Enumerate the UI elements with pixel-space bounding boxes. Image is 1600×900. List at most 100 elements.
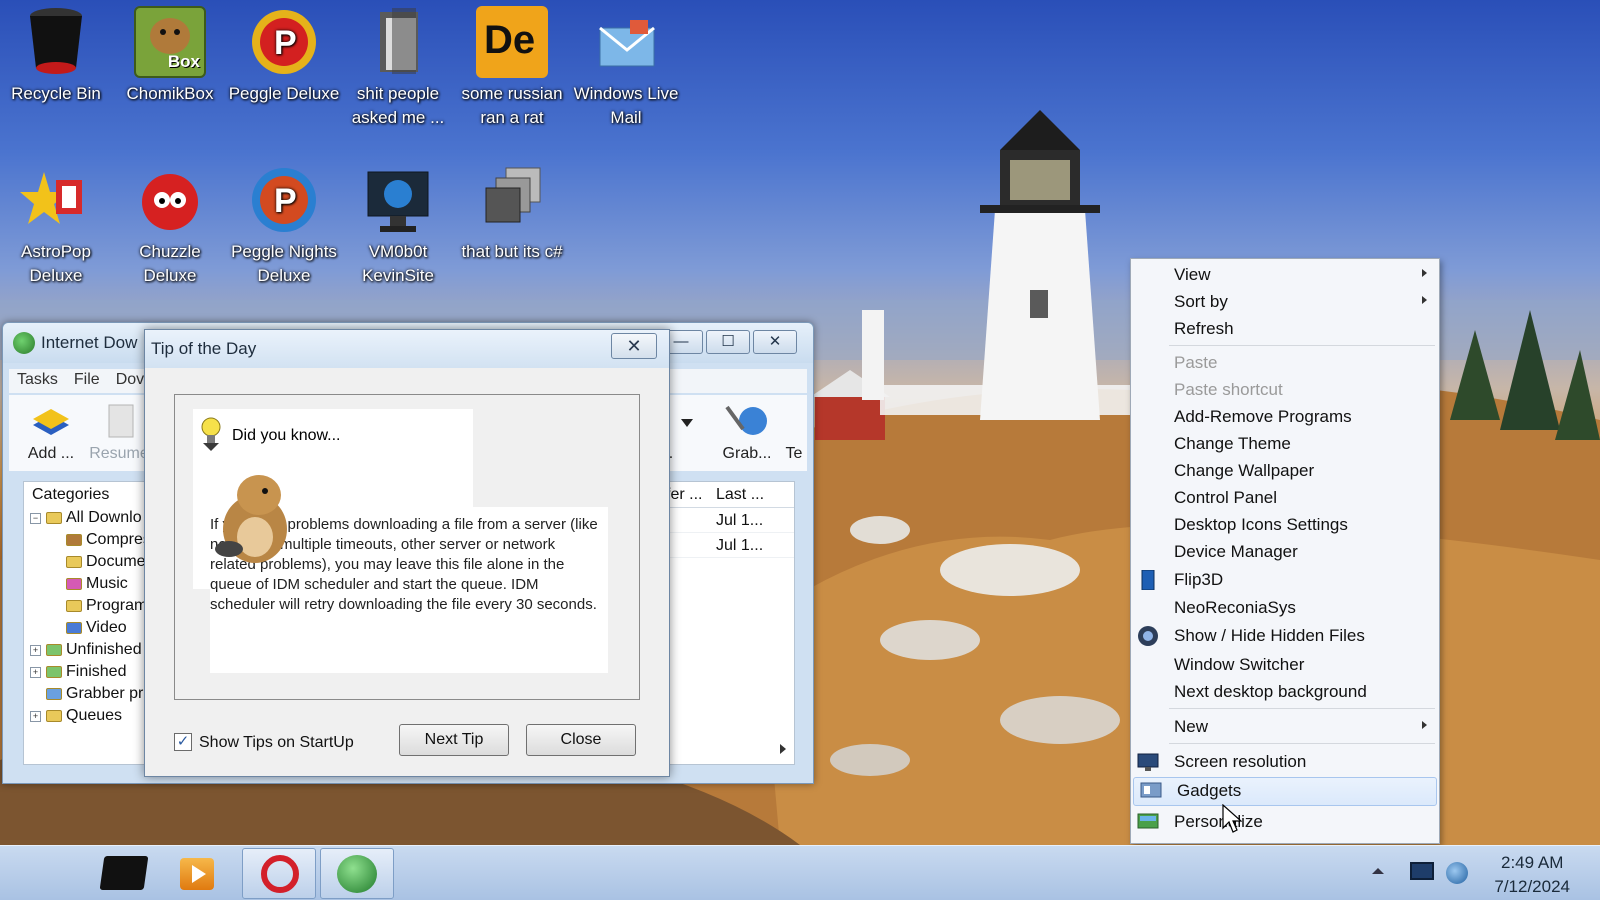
add-label: Add ... [27,445,75,462]
opera-icon [261,855,299,893]
menu-item-flip3d[interactable]: Flip3D [1131,567,1439,593]
menu-item-refresh[interactable]: Refresh [1131,316,1439,342]
taskbar-item-opera[interactable] [242,848,316,899]
menu-tasks[interactable]: Tasks [9,369,66,391]
svg-text:P: P [274,182,297,220]
menu-item-personalize[interactable]: Personalize [1131,809,1439,835]
grabber-button[interactable]: Grab... [709,395,785,463]
taskbar-item-media-player[interactable] [162,848,236,899]
desktop-icon-label: AstroPop Deluxe [21,242,91,285]
desktop-icon-label: Windows Live Mail [573,84,679,127]
desktop-icon-label: some russian ran a rat [461,84,563,127]
desktop-icon-vm0b0t-kevinsite[interactable]: VM0b0t KevinSite [342,164,454,288]
col-last-try[interactable]: Last ... [716,486,764,504]
tell-friend-button[interactable]: Te [779,395,809,463]
menu-file[interactable]: File [66,369,108,391]
tip-title: Tip of the Day [151,339,257,358]
tree-item-documents[interactable]: Documen [24,552,152,574]
chuzzle-icon [134,164,206,236]
play-icon [192,865,206,883]
menu-separator [1169,743,1435,744]
maximize-button[interactable]: ☐ [706,330,750,354]
show-hidden-icons-arrow[interactable] [1372,868,1384,874]
desktop-icon-chuzzle-deluxe[interactable]: Chuzzle Deluxe [114,164,226,288]
clock[interactable]: 2:49 AM 7/12/2024 [1494,851,1570,899]
menu-item-next-desktop-background[interactable]: Next desktop background [1131,679,1439,705]
table-row[interactable]: Jul 1... [654,533,794,558]
taskbar-item-black-box[interactable] [86,848,160,899]
personalize-icon [1137,812,1159,832]
display-tray-icon[interactable] [1410,862,1434,880]
close-icon[interactable]: ✕ [611,333,657,359]
menu-item-new[interactable]: New [1131,714,1439,740]
grab-label: Grab... [722,445,772,462]
desktop-icon-peggle-nights-deluxe[interactable]: P Peggle Nights Deluxe [228,164,340,288]
menu-item-desktop-icons-settings[interactable]: Desktop Icons Settings [1131,512,1439,538]
folder-icon [66,600,82,612]
menu-item-screen-resolution[interactable]: Screen resolution [1131,749,1439,775]
tip-of-the-day-dialog[interactable]: Tip of the Day ✕ Did you know... If you … [144,329,670,777]
tree-item-all-downloads[interactable]: − All Downlo [24,508,152,530]
menu-item-change-theme[interactable]: Change Theme [1131,431,1439,457]
desktop-icon-astropop-deluxe[interactable]: AstroPop Deluxe [0,164,112,288]
submenu-arrow-icon [1422,269,1427,277]
network-tray-icon[interactable] [1446,862,1468,884]
astropop-icon [20,164,92,236]
peggle-icon: P [248,6,320,78]
taskbar-item-idm[interactable] [320,848,394,899]
desktop-icon-peggle-deluxe[interactable]: P Peggle Deluxe [228,6,340,106]
menu-item-gadgets[interactable]: Gadgets [1133,777,1437,806]
next-tip-button[interactable]: Next Tip [399,724,509,756]
menu-item-neoreconiasys[interactable]: NeoReconiaSys [1131,595,1439,621]
desktop-icon-some-russian-ran-a-rat[interactable]: De some russian ran a rat [456,6,568,130]
desktop-icon-chomikbox[interactable]: Box ChomikBox [114,6,226,106]
show-tips-label[interactable]: Show Tips on StartUp [199,734,354,752]
add-url-button[interactable]: Add ... [13,395,89,463]
tree-item-music[interactable]: Music [24,574,152,596]
downloads-list[interactable]: sfer ... Last ... Jul 1... Jul 1... [653,481,795,765]
video-folder-icon [66,622,82,634]
desktop-icon-recycle-bin[interactable]: Recycle Bin [0,6,112,106]
menu-item-sort-by[interactable]: Sort by [1131,289,1439,315]
chomikbox-icon: Box [134,6,206,78]
menu-item-paste[interactable]: Paste [1131,350,1439,376]
desktop-icon-windows-live-mail[interactable]: Windows Live Mail [570,6,682,130]
menu-item-control-panel[interactable]: Control Panel [1131,485,1439,511]
menu-item-paste-shortcut[interactable]: Paste shortcut [1131,377,1439,403]
tree-item-finished[interactable]: + Finished [24,662,152,684]
scroll-right-icon[interactable] [780,744,786,754]
table-row[interactable]: Jul 1... [654,508,794,533]
folder-icon [46,644,62,656]
desktop-icon-shit-people-asked-me[interactable]: shit people asked me ... [342,6,454,130]
menu-item-window-switcher[interactable]: Window Switcher [1131,652,1439,678]
clock-time: 2:49 AM [1500,853,1564,872]
desktop-icon-that-but-its-csharp[interactable]: that but its c# [456,164,568,264]
show-tips-checkbox[interactable]: ✓ [174,733,192,751]
desktop-icon-label: Chuzzle Deluxe [139,242,201,285]
desktop-icon-label: Recycle Bin [11,84,101,103]
tree-item-grabber-projects[interactable]: Grabber pr [24,684,152,706]
categories-tree[interactable]: Categories − All Downlo Compres Documen M… [23,481,153,765]
de-app-icon: De [476,6,548,78]
menu-item-show-hide-hidden-files[interactable]: Show / Hide Hidden Files [1131,623,1439,649]
tree-item-unfinished[interactable]: + Unfinished [24,640,152,662]
menu-item-device-manager[interactable]: Device Manager [1131,539,1439,565]
monitor-icon [362,164,434,236]
tip-titlebar[interactable]: Tip of the Day ✕ [145,330,669,368]
tree-item-video[interactable]: Video [24,618,152,640]
tree-item-compressed[interactable]: Compres [24,530,152,552]
mail-icon [590,6,662,78]
menu-item-view[interactable]: View [1131,262,1439,288]
idm-title: Internet Dow [41,333,138,352]
tree-item-programs[interactable]: Program [24,596,152,618]
close-button[interactable]: Close [526,724,636,756]
menu-item-add-remove-programs[interactable]: Add-Remove Programs [1131,404,1439,430]
desktop-icon-label: ChomikBox [126,84,214,103]
hamster-mascot-icon [209,467,299,567]
tree-item-queues[interactable]: + Queues [24,706,152,728]
idm-globe-icon [13,332,35,354]
tip-panel: Did you know... If you have problems dow… [174,394,640,700]
lightbulb-icon [199,415,223,451]
close-button[interactable]: ✕ [753,330,797,354]
menu-item-change-wallpaper[interactable]: Change Wallpaper [1131,458,1439,484]
